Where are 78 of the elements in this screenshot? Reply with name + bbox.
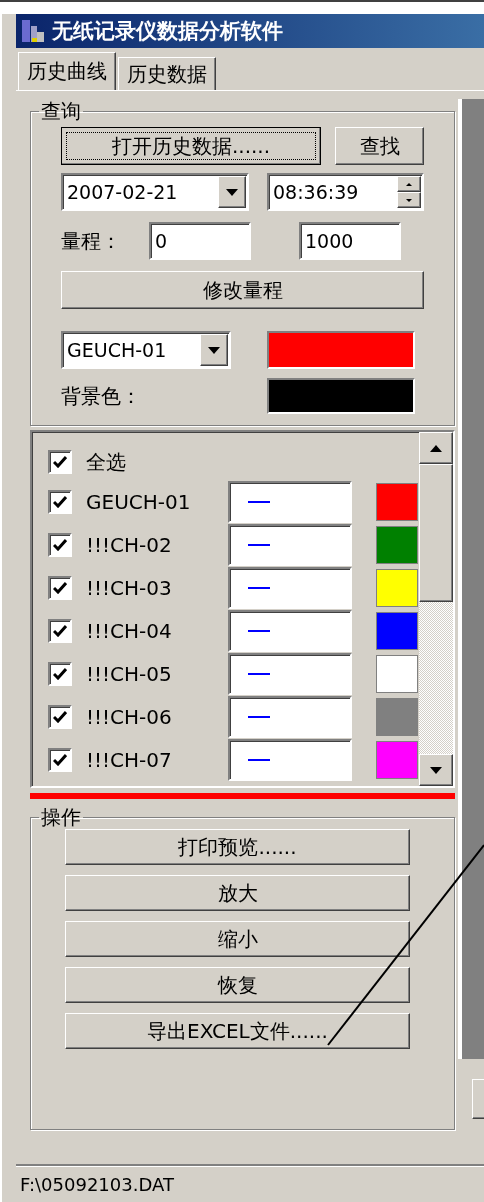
down-arrow-icon (208, 346, 220, 354)
range-min-field[interactable]: 0 (149, 222, 251, 260)
up-arrow-icon (430, 444, 442, 452)
line-sample-icon (248, 586, 270, 589)
checkbox[interactable] (48, 747, 72, 772)
group-title: 查询 (40, 101, 82, 121)
time-field[interactable]: 08:36:39 (267, 173, 424, 211)
find-button[interactable]: 查找 (335, 127, 424, 165)
app-icon (20, 18, 46, 44)
window-title: 无纸记录仪数据分析软件 (52, 18, 283, 45)
line-sample-icon (248, 543, 270, 546)
group-title: 操作 (40, 807, 82, 827)
line-sample-icon (248, 500, 270, 503)
checkbox[interactable] (48, 532, 72, 557)
line-sample-icon (248, 629, 270, 632)
line-sample-icon (248, 715, 270, 718)
channel-name: !!!CH-03 (86, 575, 173, 600)
background-label: 背景色： (61, 382, 142, 410)
action-button[interactable]: 打印预览...... (65, 829, 410, 865)
line-style-field[interactable] (228, 523, 352, 566)
range-max-field[interactable]: 1000 (299, 222, 401, 260)
select-all-label: 全选 (86, 448, 127, 476)
background-color-swatch[interactable] (267, 378, 415, 414)
channel-name: GEUCH-01 (86, 489, 192, 514)
check-icon (53, 753, 67, 766)
down-arrow-icon (430, 766, 442, 774)
down-arrow-icon (226, 188, 238, 196)
check-icon (53, 581, 67, 594)
channel-name: !!!CH-02 (86, 532, 173, 557)
action-button[interactable]: 缩小 (65, 921, 410, 957)
line-style-field[interactable] (228, 738, 352, 781)
channel-dropdown[interactable]: GEUCH-01 (61, 331, 231, 369)
channel-name: !!!CH-05 (86, 661, 173, 686)
open-data-button[interactable]: 打开历史数据...... (61, 127, 321, 165)
file-path: F:\05092103.DAT (20, 1173, 174, 1195)
line-style-field[interactable] (228, 695, 352, 738)
checkbox[interactable] (48, 618, 72, 643)
down-arrow-icon (406, 198, 412, 202)
line-sample-icon (248, 758, 270, 761)
channel-name: !!!CH-06 (86, 704, 173, 729)
range-label: 量程： (61, 227, 122, 255)
tab[interactable]: 历史数据 (118, 57, 216, 90)
channel-name: !!!CH-04 (86, 618, 173, 643)
check-icon (53, 495, 67, 508)
color-swatch[interactable] (376, 740, 418, 779)
color-swatch[interactable] (376, 482, 418, 521)
check-icon (53, 538, 67, 551)
action-button[interactable]: 放大 (65, 875, 410, 911)
line-sample-icon (248, 672, 270, 675)
color-swatch[interactable] (376, 654, 418, 693)
spin-up-button[interactable] (397, 176, 421, 192)
check-icon (53, 624, 67, 637)
line-style-field[interactable] (228, 652, 352, 695)
check-icon (53, 667, 67, 680)
tab[interactable]: 历史曲线 (18, 52, 116, 90)
up-arrow-icon (406, 182, 412, 186)
line-style-field[interactable] (228, 566, 352, 609)
action-button[interactable]: 导出EXCEL文件...... (65, 1013, 410, 1049)
color-swatch[interactable] (376, 611, 418, 650)
scrollbar[interactable] (419, 432, 453, 786)
action-button[interactable]: 恢复 (65, 967, 410, 1003)
line-style-field[interactable] (228, 609, 352, 652)
date-dropdown[interactable]: 2007-02-21 (61, 173, 249, 211)
color-swatch[interactable] (376, 697, 418, 736)
channel-color-swatch[interactable] (267, 331, 415, 369)
color-swatch[interactable] (376, 525, 418, 564)
modify-range-button[interactable]: 修改量程 (61, 271, 424, 309)
spin-down-button[interactable] (397, 192, 421, 208)
check-icon (53, 456, 67, 468)
line-style-field[interactable] (228, 480, 352, 523)
checkbox[interactable] (48, 489, 72, 514)
channel-name: !!!CH-07 (86, 747, 173, 772)
check-icon (53, 710, 67, 723)
checkbox[interactable] (48, 661, 72, 686)
checkbox[interactable] (48, 450, 72, 474)
checkbox[interactable] (48, 704, 72, 729)
checkbox[interactable] (48, 575, 72, 600)
color-swatch[interactable] (376, 568, 418, 607)
